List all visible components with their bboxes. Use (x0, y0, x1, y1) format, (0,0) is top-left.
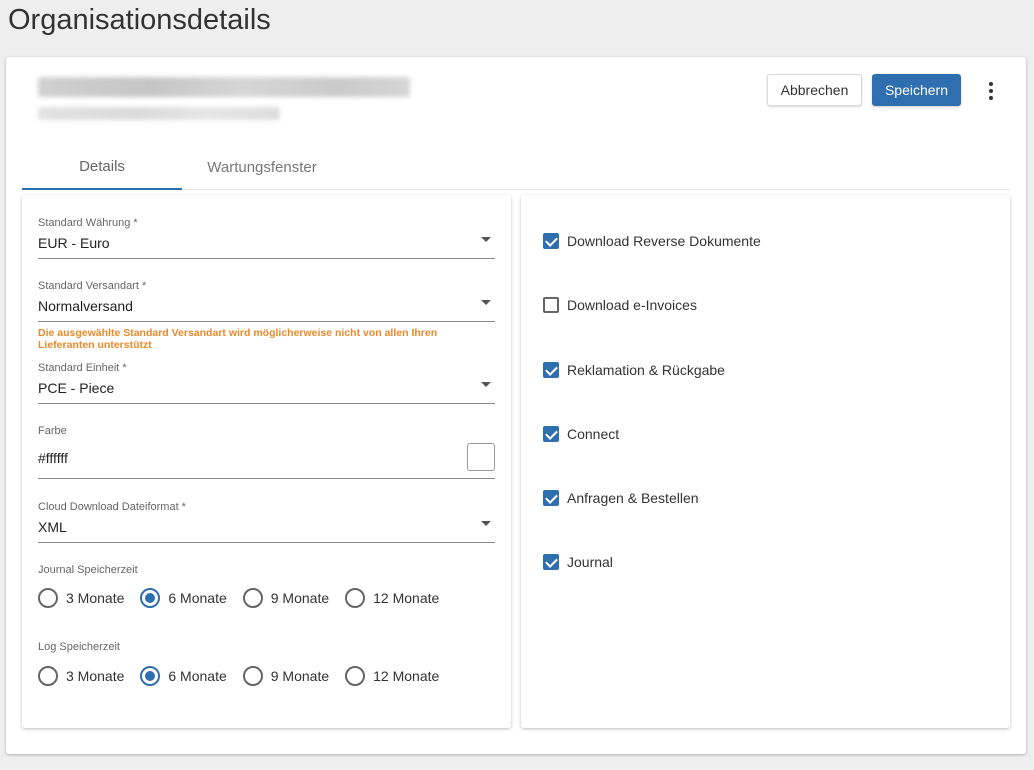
radio-icon[interactable] (38, 666, 58, 686)
log-retention-option[interactable]: 9 Monate (242, 666, 329, 686)
radio-icon[interactable] (345, 666, 366, 686)
log-retention-label: Log Speicherzeit (38, 641, 120, 653)
color-field[interactable]: Farbe #ffffff (38, 423, 495, 479)
feature-checkbox-requests-orders[interactable]: Anfragen & Bestellen (543, 490, 699, 506)
log-retention-option[interactable]: 12 Monate (345, 666, 439, 686)
unit-select[interactable]: Standard Einheit * PCE - Piece (38, 360, 495, 404)
organisation-card: Abbrechen Speichern Details Wartungsfens… (6, 57, 1026, 754)
log-retention-option[interactable]: 3 Monate (38, 666, 124, 686)
checkbox-checked-icon[interactable] (543, 233, 559, 249)
unit-value: PCE - Piece (38, 380, 115, 396)
shipping-select[interactable]: Standard Versandart * Normalversand (38, 278, 495, 322)
organisation-id-redacted (38, 107, 280, 120)
chevron-down-icon[interactable] (481, 237, 491, 242)
save-button[interactable]: Speichern (872, 74, 961, 106)
radio-icon[interactable] (38, 588, 58, 608)
file-format-select[interactable]: Cloud Download Dateiformat * XML (38, 499, 495, 543)
tab-maintenance-window[interactable]: Wartungsfenster (182, 145, 342, 189)
feature-checkbox-connect[interactable]: Connect (543, 426, 619, 442)
journal-retention-option[interactable]: 6 Monate (140, 588, 227, 608)
feature-checkbox-returns[interactable]: Reklamation & Rückgabe (543, 362, 725, 378)
features-panel: Download Reverse Dokumente Download e-In… (521, 195, 1010, 728)
currency-select[interactable]: Standard Währung * EUR - Euro (38, 215, 495, 259)
radio-checked-icon[interactable] (140, 588, 161, 608)
radio-checked-icon[interactable] (140, 666, 161, 686)
journal-retention-option[interactable]: 9 Monate (242, 588, 329, 608)
currency-label: Standard Währung * (38, 217, 138, 229)
journal-retention-option[interactable]: 12 Monate (345, 588, 439, 608)
chevron-down-icon[interactable] (481, 382, 491, 387)
checkbox-checked-icon[interactable] (543, 490, 559, 506)
chevron-down-icon[interactable] (481, 521, 491, 526)
tab-details[interactable]: Details (22, 145, 182, 190)
checkbox-checked-icon[interactable] (543, 554, 559, 570)
checkbox-checked-icon[interactable] (543, 426, 559, 442)
feature-checkbox-journal[interactable]: Journal (543, 554, 613, 570)
currency-value: EUR - Euro (38, 235, 110, 251)
file-format-value: XML (38, 519, 67, 535)
tab-bar: Details Wartungsfenster (22, 145, 1010, 190)
shipping-warning: Die ausgewählte Standard Versandart wird… (38, 327, 438, 351)
more-options-icon[interactable] (978, 77, 1004, 105)
organisation-name-redacted (38, 77, 410, 97)
journal-retention-label: Journal Speicherzeit (38, 564, 138, 576)
shipping-value: Normalversand (38, 298, 133, 314)
cancel-button[interactable]: Abbrechen (767, 74, 862, 106)
journal-retention-option[interactable]: 3 Monate (38, 588, 124, 608)
radio-icon[interactable] (242, 588, 263, 608)
color-value: #ffffff (38, 450, 68, 466)
journal-retention-group: 3 Monate 6 Monate 9 Monate 12 Monate (38, 587, 455, 609)
color-swatch[interactable] (467, 443, 495, 471)
log-retention-group: 3 Monate 6 Monate 9 Monate 12 Monate (38, 665, 455, 687)
color-label: Farbe (38, 425, 67, 437)
checkbox-icon[interactable] (543, 297, 559, 313)
details-form-panel: Standard Währung * EUR - Euro Standard V… (22, 195, 511, 728)
page-title: Organisationsdetails (8, 4, 271, 36)
shipping-label: Standard Versandart * (38, 280, 147, 292)
file-format-label: Cloud Download Dateiformat * (38, 501, 186, 513)
feature-checkbox-e-invoices[interactable]: Download e-Invoices (543, 297, 697, 313)
unit-label: Standard Einheit * (38, 362, 127, 374)
feature-checkbox-reverse-documents[interactable]: Download Reverse Dokumente (543, 233, 761, 249)
log-retention-option[interactable]: 6 Monate (140, 666, 227, 686)
checkbox-checked-icon[interactable] (543, 362, 559, 378)
radio-icon[interactable] (242, 666, 263, 686)
chevron-down-icon[interactable] (481, 300, 491, 305)
radio-icon[interactable] (345, 588, 366, 608)
